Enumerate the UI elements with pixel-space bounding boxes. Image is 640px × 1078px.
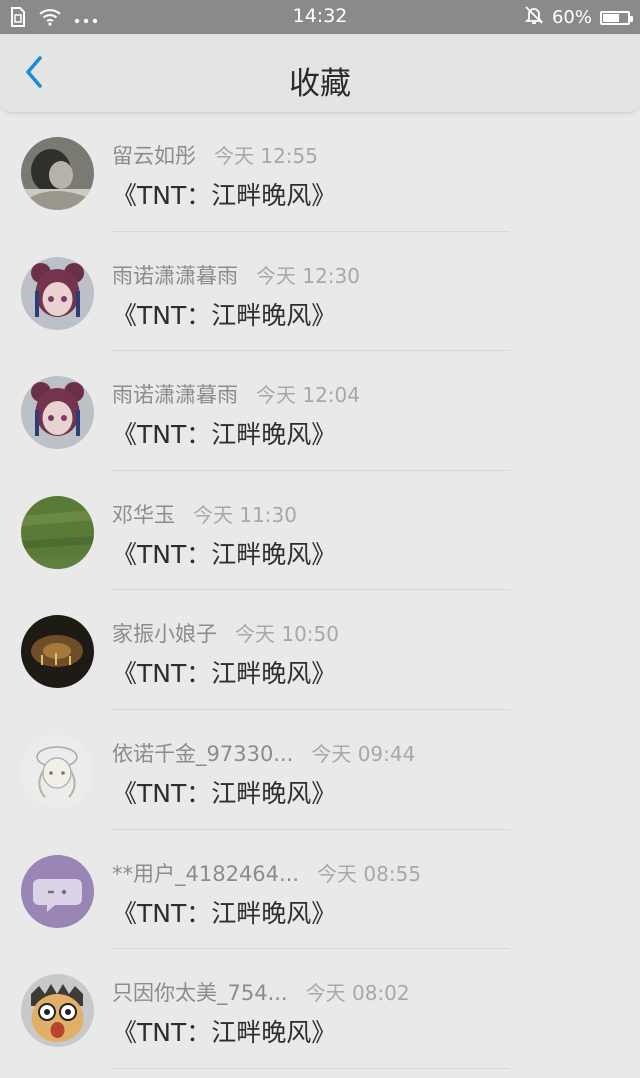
list-item[interactable]: 雨诺潇潇暮雨 今天 12:04 《TNT：江畔晚风》: [0, 351, 640, 471]
item-time: 今天 11:30: [193, 502, 297, 527]
item-time: 今天 09:44: [311, 741, 416, 766]
list-item[interactable]: **用户_4182464... 今天 08:55 《TNT：江畔晚风》: [0, 830, 640, 950]
divider: [112, 1067, 510, 1069]
avatar[interactable]: [21, 376, 94, 450]
user-name: **用户_4182464...: [112, 861, 300, 886]
battery-percent: 60%: [551, 7, 592, 28]
item-meta: **用户_4182464... 今天 08:55: [112, 858, 421, 888]
item-time: 今天 08:02: [305, 981, 410, 1006]
favorites-list: 留云如彤 今天 12:55 《TNT：江畔晚风》 雨诺潇潇暮雨 今天 12:30…: [0, 112, 640, 1069]
user-name: 雨诺潇潇暮雨: [112, 263, 238, 288]
item-title: 《TNT：江畔晚风》: [112, 300, 337, 330]
status-bar: 14:32 60%: [0, 0, 640, 34]
avatar[interactable]: [21, 734, 94, 808]
nav-header: 收藏: [0, 34, 640, 113]
silent-bell-icon: [524, 5, 544, 30]
item-title: 《TNT：江畔晚风》: [112, 539, 337, 569]
list-item[interactable]: 只因你太美_754... 今天 08:02 《TNT：江畔晚风》: [0, 949, 640, 1069]
item-title: 《TNT：江畔晚风》: [112, 1018, 337, 1048]
list-item[interactable]: 家振小娘子 今天 10:50 《TNT：江畔晚风》: [0, 590, 640, 710]
item-title: 《TNT：江畔晚风》: [112, 181, 337, 210]
avatar[interactable]: [21, 256, 94, 330]
item-title: 《TNT：江畔晚风》: [112, 659, 337, 689]
list-item[interactable]: 依诺千金_97330... 今天 09:44 《TNT：江畔晚风》: [0, 710, 640, 830]
favorites-screen: 14:32 60% 收藏 留云如彤 今天 12:55 《TNT：江畔晚风》 雨诺…: [0, 0, 640, 1078]
avatar[interactable]: [21, 974, 94, 1048]
avatar[interactable]: [21, 137, 94, 210]
status-icons-right: 60%: [524, 5, 633, 30]
item-meta: 雨诺潇潇暮雨 今天 12:04: [112, 379, 360, 409]
item-time: 今天 08:55: [317, 861, 422, 886]
item-meta: 家振小娘子 今天 10:50: [112, 618, 339, 648]
user-name: 依诺千金_97330...: [112, 741, 294, 766]
list-item[interactable]: 留云如彤 今天 12:55 《TNT：江畔晚风》: [0, 112, 640, 232]
avatar[interactable]: [21, 495, 94, 569]
user-name: 留云如彤: [112, 144, 196, 168]
avatar[interactable]: [21, 615, 94, 689]
item-meta: 依诺千金_97330... 今天 09:44: [112, 738, 415, 768]
user-name: 家振小娘子: [112, 622, 217, 647]
item-time: 今天 10:50: [235, 622, 339, 647]
user-name: 雨诺潇潇暮雨: [112, 383, 238, 408]
item-time: 今天 12:04: [256, 383, 360, 408]
item-title: 《TNT：江畔晚风》: [112, 898, 337, 928]
list-item[interactable]: 雨诺潇潇暮雨 今天 12:30 《TNT：江畔晚风》: [0, 232, 640, 352]
user-name: 邓华玉: [112, 502, 175, 527]
item-title: 《TNT：江畔晚风》: [112, 778, 337, 808]
item-time: 今天 12:30: [256, 263, 360, 288]
item-meta: 留云如彤 今天 12:55: [112, 140, 318, 170]
item-meta: 雨诺潇潇暮雨 今天 12:30: [112, 260, 360, 290]
item-meta: 邓华玉 今天 11:30: [112, 499, 297, 529]
item-title: 《TNT：江畔晚风》: [112, 420, 337, 450]
item-meta: 只因你太美_754... 今天 08:02: [112, 977, 410, 1007]
page-title: 收藏: [289, 66, 351, 102]
item-time: 今天 12:55: [214, 144, 318, 168]
user-name: 只因你太美_754...: [112, 981, 288, 1006]
list-item[interactable]: 邓华玉 今天 11:30 《TNT：江畔晚风》: [0, 471, 640, 591]
battery-icon: [600, 10, 633, 25]
avatar[interactable]: [21, 854, 94, 928]
